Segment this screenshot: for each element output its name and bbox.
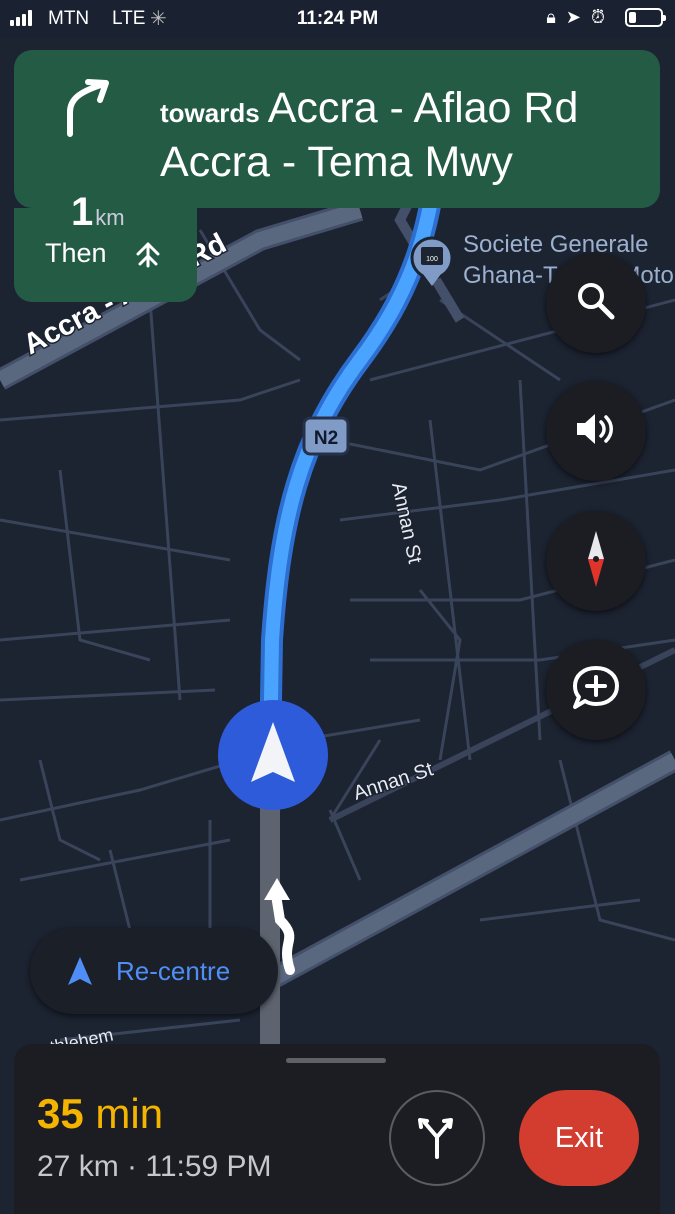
distance-unit: km: [95, 205, 125, 230]
rotation-lock-icon: 🔒︎: [546, 7, 556, 27]
recentre-button[interactable]: Re-centre: [30, 928, 278, 1014]
navigation-arrow-icon: [66, 955, 94, 992]
navigation-banner[interactable]: 1km towards Accra - Aflao Rd Accra - Tema…: [14, 50, 660, 232]
trip-summary-sheet[interactable]: 35 min 27 km · 11:59 PM Exit: [14, 1044, 660, 1214]
highway-shield: N2: [302, 416, 350, 456]
eta-value: 35: [37, 1090, 84, 1137]
alarm-icon: ⏰︎: [590, 7, 605, 27]
alt-routes-icon: [415, 1111, 459, 1166]
poi-name-line1[interactable]: Societe Generale: [463, 231, 648, 258]
maneuver-distance: 1km: [71, 192, 125, 232]
then-label: Then: [45, 238, 107, 268]
location-arrow-icon: [218, 700, 328, 810]
volume-icon: [573, 409, 619, 454]
search-button[interactable]: [546, 253, 646, 353]
current-road: Accra - Tema Mwy: [160, 138, 513, 186]
battery-icon: [625, 8, 666, 27]
compass-icon: [584, 529, 608, 594]
trip-distance-arrival: 27 km · 11:59 PM: [37, 1150, 272, 1183]
eta-unit: min: [95, 1090, 164, 1137]
add-report-icon: [570, 663, 622, 718]
alternate-routes-button[interactable]: [389, 1090, 485, 1186]
exit-button[interactable]: Exit: [519, 1090, 639, 1186]
eta-duration: 35 min: [37, 1090, 163, 1138]
recentre-label: Re-centre: [116, 956, 231, 986]
search-icon: [574, 279, 618, 328]
status-bar: MTN LTE ✳ 11:24 PM 🔒︎ ➤ ⏰︎: [0, 0, 675, 38]
distance-value: 1: [71, 190, 94, 234]
turn-slight-right-icon: [62, 78, 112, 143]
merge-icon: [134, 240, 162, 275]
drag-handle[interactable]: [286, 1058, 386, 1063]
location-services-icon: ➤: [565, 7, 581, 27]
sound-button[interactable]: [546, 381, 646, 481]
svg-text:100: 100: [426, 256, 438, 263]
towards-label: towards: [160, 98, 260, 128]
destination-road: Accra - Aflao Rd: [267, 84, 579, 132]
compass-button[interactable]: [546, 511, 646, 611]
add-report-button[interactable]: [546, 640, 646, 740]
highway-shield-label: N2: [314, 428, 338, 449]
